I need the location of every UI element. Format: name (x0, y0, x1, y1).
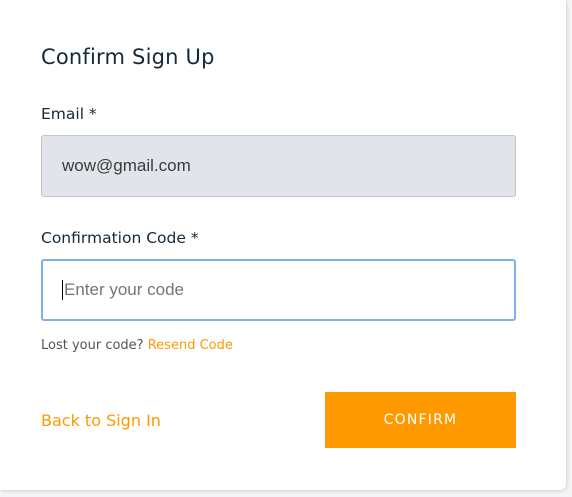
page-title: Confirm Sign Up (41, 45, 215, 69)
confirm-button[interactable]: CONFIRM (325, 392, 516, 448)
email-label: Email * (41, 105, 97, 123)
resend-hint-text: Lost your code? (41, 338, 144, 353)
resend-hint: Lost your code? Resend Code (41, 338, 233, 353)
back-to-sign-in-link[interactable]: Back to Sign In (41, 411, 161, 430)
confirmation-code-label: Confirmation Code * (41, 229, 199, 247)
email-value: wow@gmail.com (62, 156, 191, 175)
confirm-signup-card: Confirm Sign Up Email * wow@gmail.com Co… (0, 0, 566, 490)
page: Confirm Sign Up Email * wow@gmail.com Co… (0, 0, 572, 497)
confirmation-code-placeholder: Enter your code (64, 280, 185, 299)
confirm-button-label: CONFIRM (383, 412, 458, 428)
resend-code-link[interactable]: Resend Code (148, 338, 233, 353)
text-caret (62, 280, 63, 300)
email-field[interactable]: wow@gmail.com (41, 135, 516, 197)
confirmation-code-input[interactable]: Enter your code (41, 259, 516, 321)
